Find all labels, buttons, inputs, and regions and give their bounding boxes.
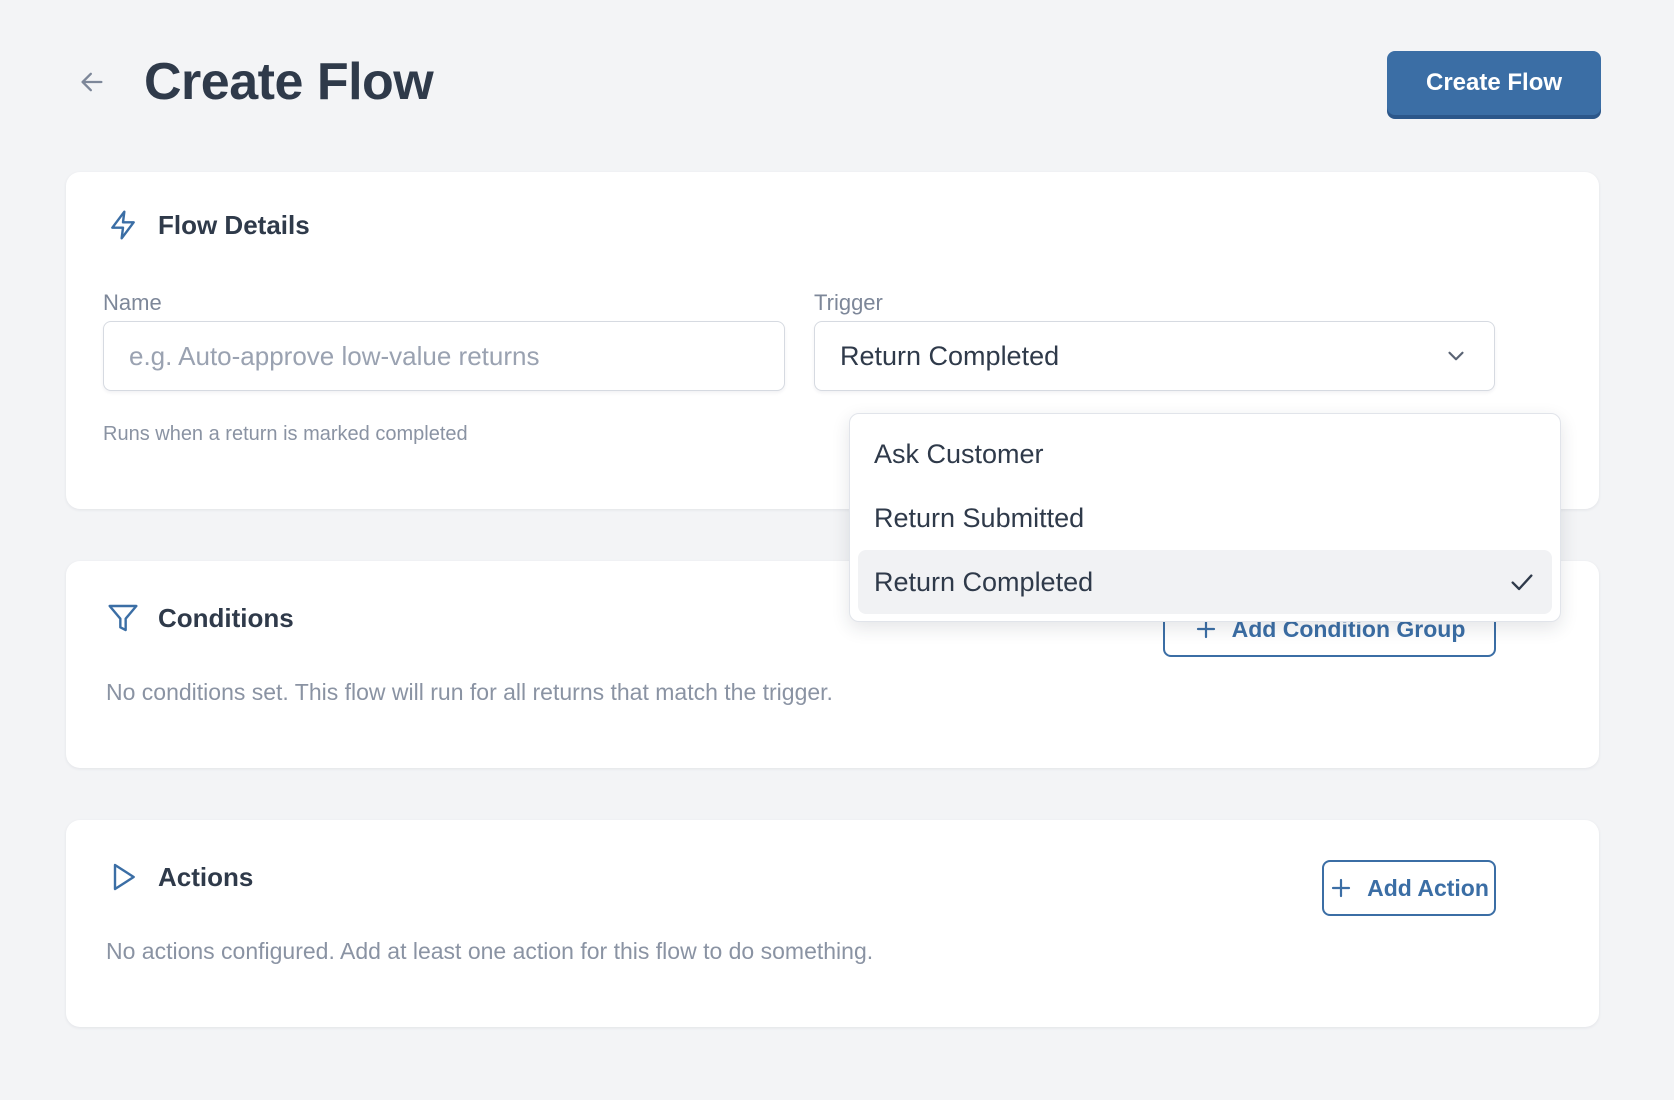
conditions-title: Conditions <box>158 602 294 633</box>
name-input[interactable] <box>103 321 785 391</box>
add-action-button[interactable]: Add Action <box>1322 860 1496 916</box>
lightning-icon <box>106 208 140 242</box>
trigger-option-return-completed[interactable]: Return Completed <box>858 550 1552 614</box>
flow-details-title: Flow Details <box>158 209 310 240</box>
actions-title: Actions <box>158 861 254 892</box>
create-flow-button[interactable]: Create Flow <box>1387 51 1601 115</box>
chevron-down-icon <box>1448 351 1464 361</box>
plus-icon <box>1331 878 1351 898</box>
actions-header: Actions <box>106 860 253 894</box>
trigger-option-return-submitted[interactable]: Return Submitted <box>858 486 1552 550</box>
option-label: Return Submitted <box>874 502 1085 533</box>
check-icon <box>1511 574 1533 591</box>
create-flow-page: Create Flow Create Flow Flow Details Nam… <box>0 0 1674 1100</box>
option-label: Ask Customer <box>874 438 1044 469</box>
conditions-empty-text: No conditions set. This flow will run fo… <box>106 679 833 705</box>
trigger-helper-text: Runs when a return is marked completed <box>103 423 468 445</box>
trigger-dropdown-menu: Ask Customer Return Submitted Return Com… <box>849 413 1561 622</box>
name-label: Name <box>103 290 162 315</box>
actions-card: Actions Add Action No actions configured… <box>66 820 1599 1027</box>
option-label: Return Completed <box>874 566 1094 597</box>
page-title: Create Flow <box>144 53 434 111</box>
back-button[interactable] <box>72 62 112 102</box>
trigger-option-ask-customer[interactable]: Ask Customer <box>858 422 1552 486</box>
arrow-left-icon <box>81 72 103 92</box>
flow-details-header: Flow Details <box>106 208 310 242</box>
conditions-header: Conditions <box>106 601 294 635</box>
filter-icon <box>106 601 140 635</box>
trigger-select[interactable]: Return Completed <box>814 321 1495 391</box>
actions-empty-text: No actions configured. Add at least one … <box>106 938 874 964</box>
play-icon <box>106 860 140 894</box>
trigger-label: Trigger <box>814 290 883 315</box>
trigger-selected-value: Return Completed <box>840 340 1060 371</box>
add-action-label: Add Action <box>1367 874 1489 901</box>
